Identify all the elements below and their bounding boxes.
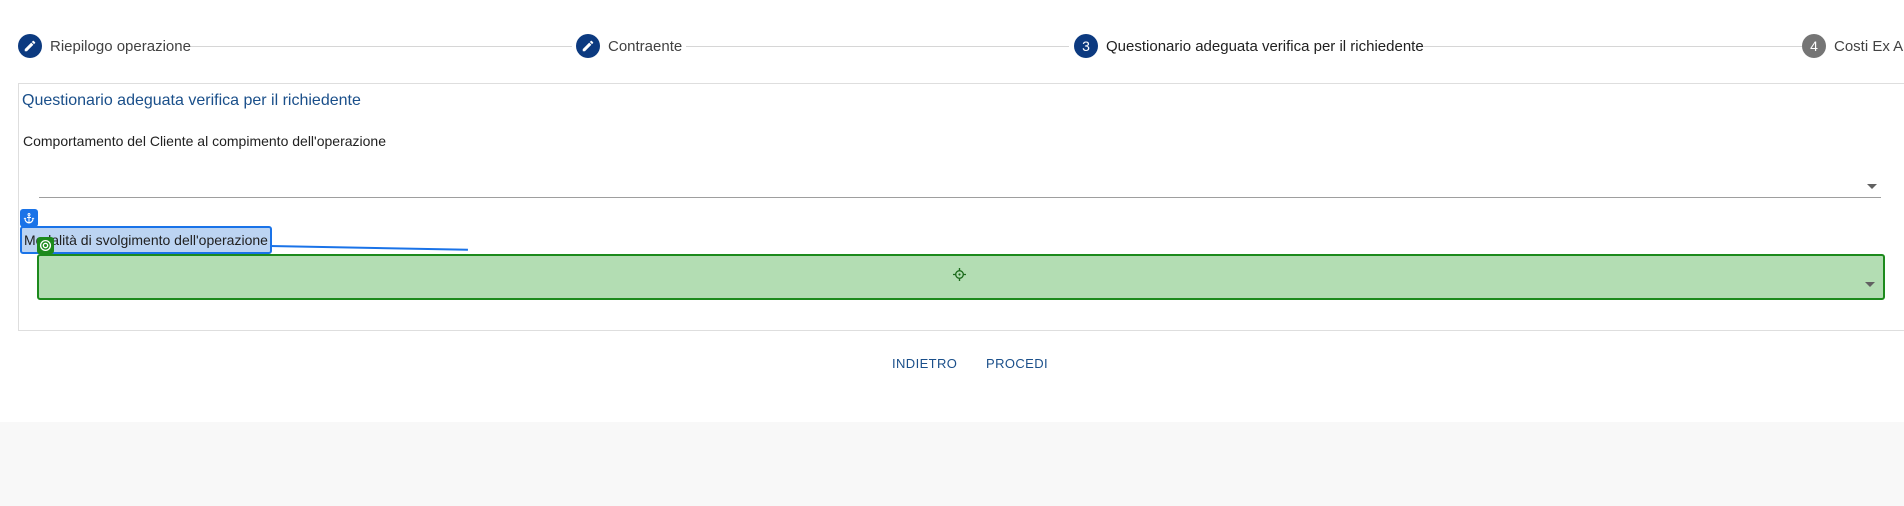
step-label: Contraente xyxy=(608,37,683,55)
step-number: 4 xyxy=(1802,34,1826,58)
crosshair-icon xyxy=(953,268,966,286)
step-costi[interactable]: 4 Costi Ex An xyxy=(1802,34,1904,58)
step-riepilogo[interactable]: Riepilogo operazione xyxy=(18,34,191,58)
field-label-comportamento: Comportamento del Cliente al compimento … xyxy=(23,133,386,149)
select-underline xyxy=(39,197,1881,198)
page-footer-area xyxy=(0,422,1904,506)
chevron-down-icon xyxy=(1867,184,1877,189)
field-label-modalita: Modalità di svolgimento dell'operazione xyxy=(20,226,272,254)
back-button[interactable]: INDIETRO xyxy=(888,352,961,375)
pencil-icon xyxy=(18,34,42,58)
stepper: Riepilogo operazione Contraente 3 Questi… xyxy=(0,0,1904,80)
pencil-icon xyxy=(576,34,600,58)
chevron-down-icon xyxy=(1865,282,1875,287)
step-connector xyxy=(1414,46,1802,47)
step-label: Riepilogo operazione xyxy=(50,37,191,55)
step-connector xyxy=(686,46,1069,47)
proceed-button[interactable]: PROCEDI xyxy=(982,352,1052,375)
step-label: Questionario adeguata verifica per il ri… xyxy=(1106,37,1424,55)
step-connector xyxy=(190,46,572,47)
comportamento-select[interactable] xyxy=(39,170,1881,198)
anchor-icon xyxy=(20,209,38,227)
step-questionario[interactable]: 3 Questionario adeguata verifica per il … xyxy=(1074,34,1424,58)
step-label: Costi Ex An xyxy=(1834,37,1904,55)
card-title: Questionario adeguata verifica per il ri… xyxy=(22,92,361,109)
step-number: 3 xyxy=(1074,34,1098,58)
step-contraente[interactable]: Contraente xyxy=(576,34,682,58)
target-icon xyxy=(37,237,54,254)
